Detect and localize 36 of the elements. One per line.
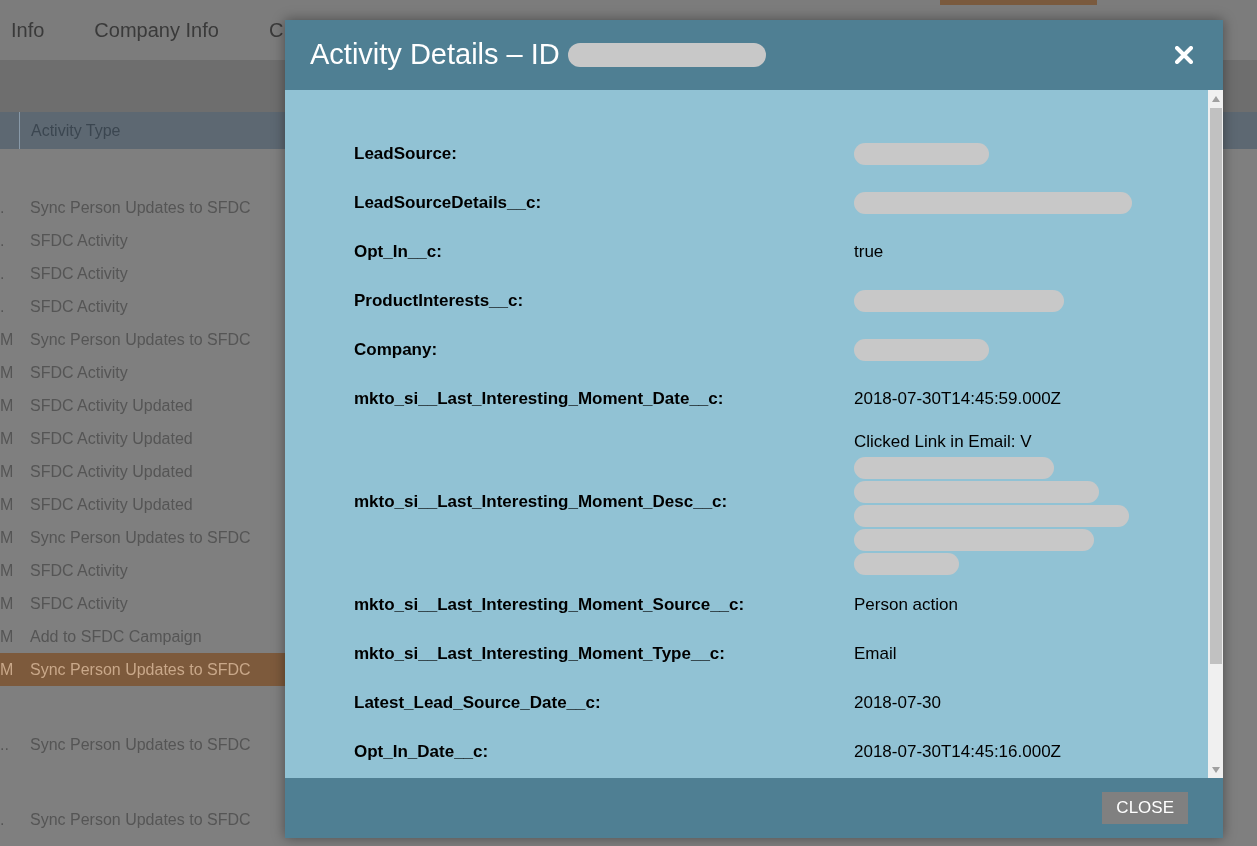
scroll-up-icon[interactable] [1211, 96, 1220, 102]
scroll-down-icon[interactable] [1211, 767, 1220, 773]
field-value: 2018-07-30T14:45:16.000Z [854, 741, 1061, 764]
tab[interactable]: Company Info [94, 15, 219, 45]
dialog-title: Activity Details – ID [310, 37, 560, 73]
field-value: true [854, 240, 884, 263]
field-value: Clicked Link in Email: V [854, 431, 1032, 453]
field-label: LeadSource: [354, 142, 458, 165]
field-value: Email [854, 643, 897, 666]
scrollbar[interactable] [1208, 90, 1223, 778]
field-value: Person action [854, 594, 958, 617]
field-label: mkto_si__Last_Interesting_Moment_Source__c: [354, 594, 746, 617]
table-cell-text: . [0, 263, 6, 284]
close-button[interactable]: CLOSE [1102, 792, 1188, 824]
table-cell-text: . [0, 197, 6, 218]
table-cell-text: .. [0, 734, 10, 755]
table-cell-text: . [0, 230, 6, 251]
close-icon[interactable] [1175, 46, 1193, 64]
field-label: Opt_In__c: [354, 240, 443, 263]
field-label: LeadSourceDetails__c: [354, 191, 543, 214]
field-label: ProductInterests__c: [354, 289, 525, 312]
field-label: mkto_si__Last_Interesting_Moment_Date__c: [354, 387, 725, 410]
field-value: 2018-07-30T14:45:59.000Z [854, 387, 1061, 410]
field-label: mkto_si__Last_Interesting_Moment_Desc__c: [354, 491, 729, 513]
tab[interactable]: C [268, 15, 284, 45]
field-value: 2018-07-30 [854, 692, 941, 715]
table-cell-text: M [0, 659, 15, 680]
field-label: Opt_In_Date__c: [354, 741, 490, 764]
tab[interactable]: Info [11, 15, 45, 45]
table-cell-text: . [0, 296, 6, 317]
field-label: Latest_Lead_Source_Date__c: [354, 692, 602, 715]
table-cell-text: Sync Person Updates to SFDC [30, 659, 251, 680]
field-label: Company: [354, 338, 439, 361]
field-label: mkto_si__Last_Interesting_Moment_Type__c: [354, 643, 726, 666]
table-cell-text: . [0, 809, 6, 830]
scrollbar-thumb[interactable] [1209, 108, 1222, 664]
